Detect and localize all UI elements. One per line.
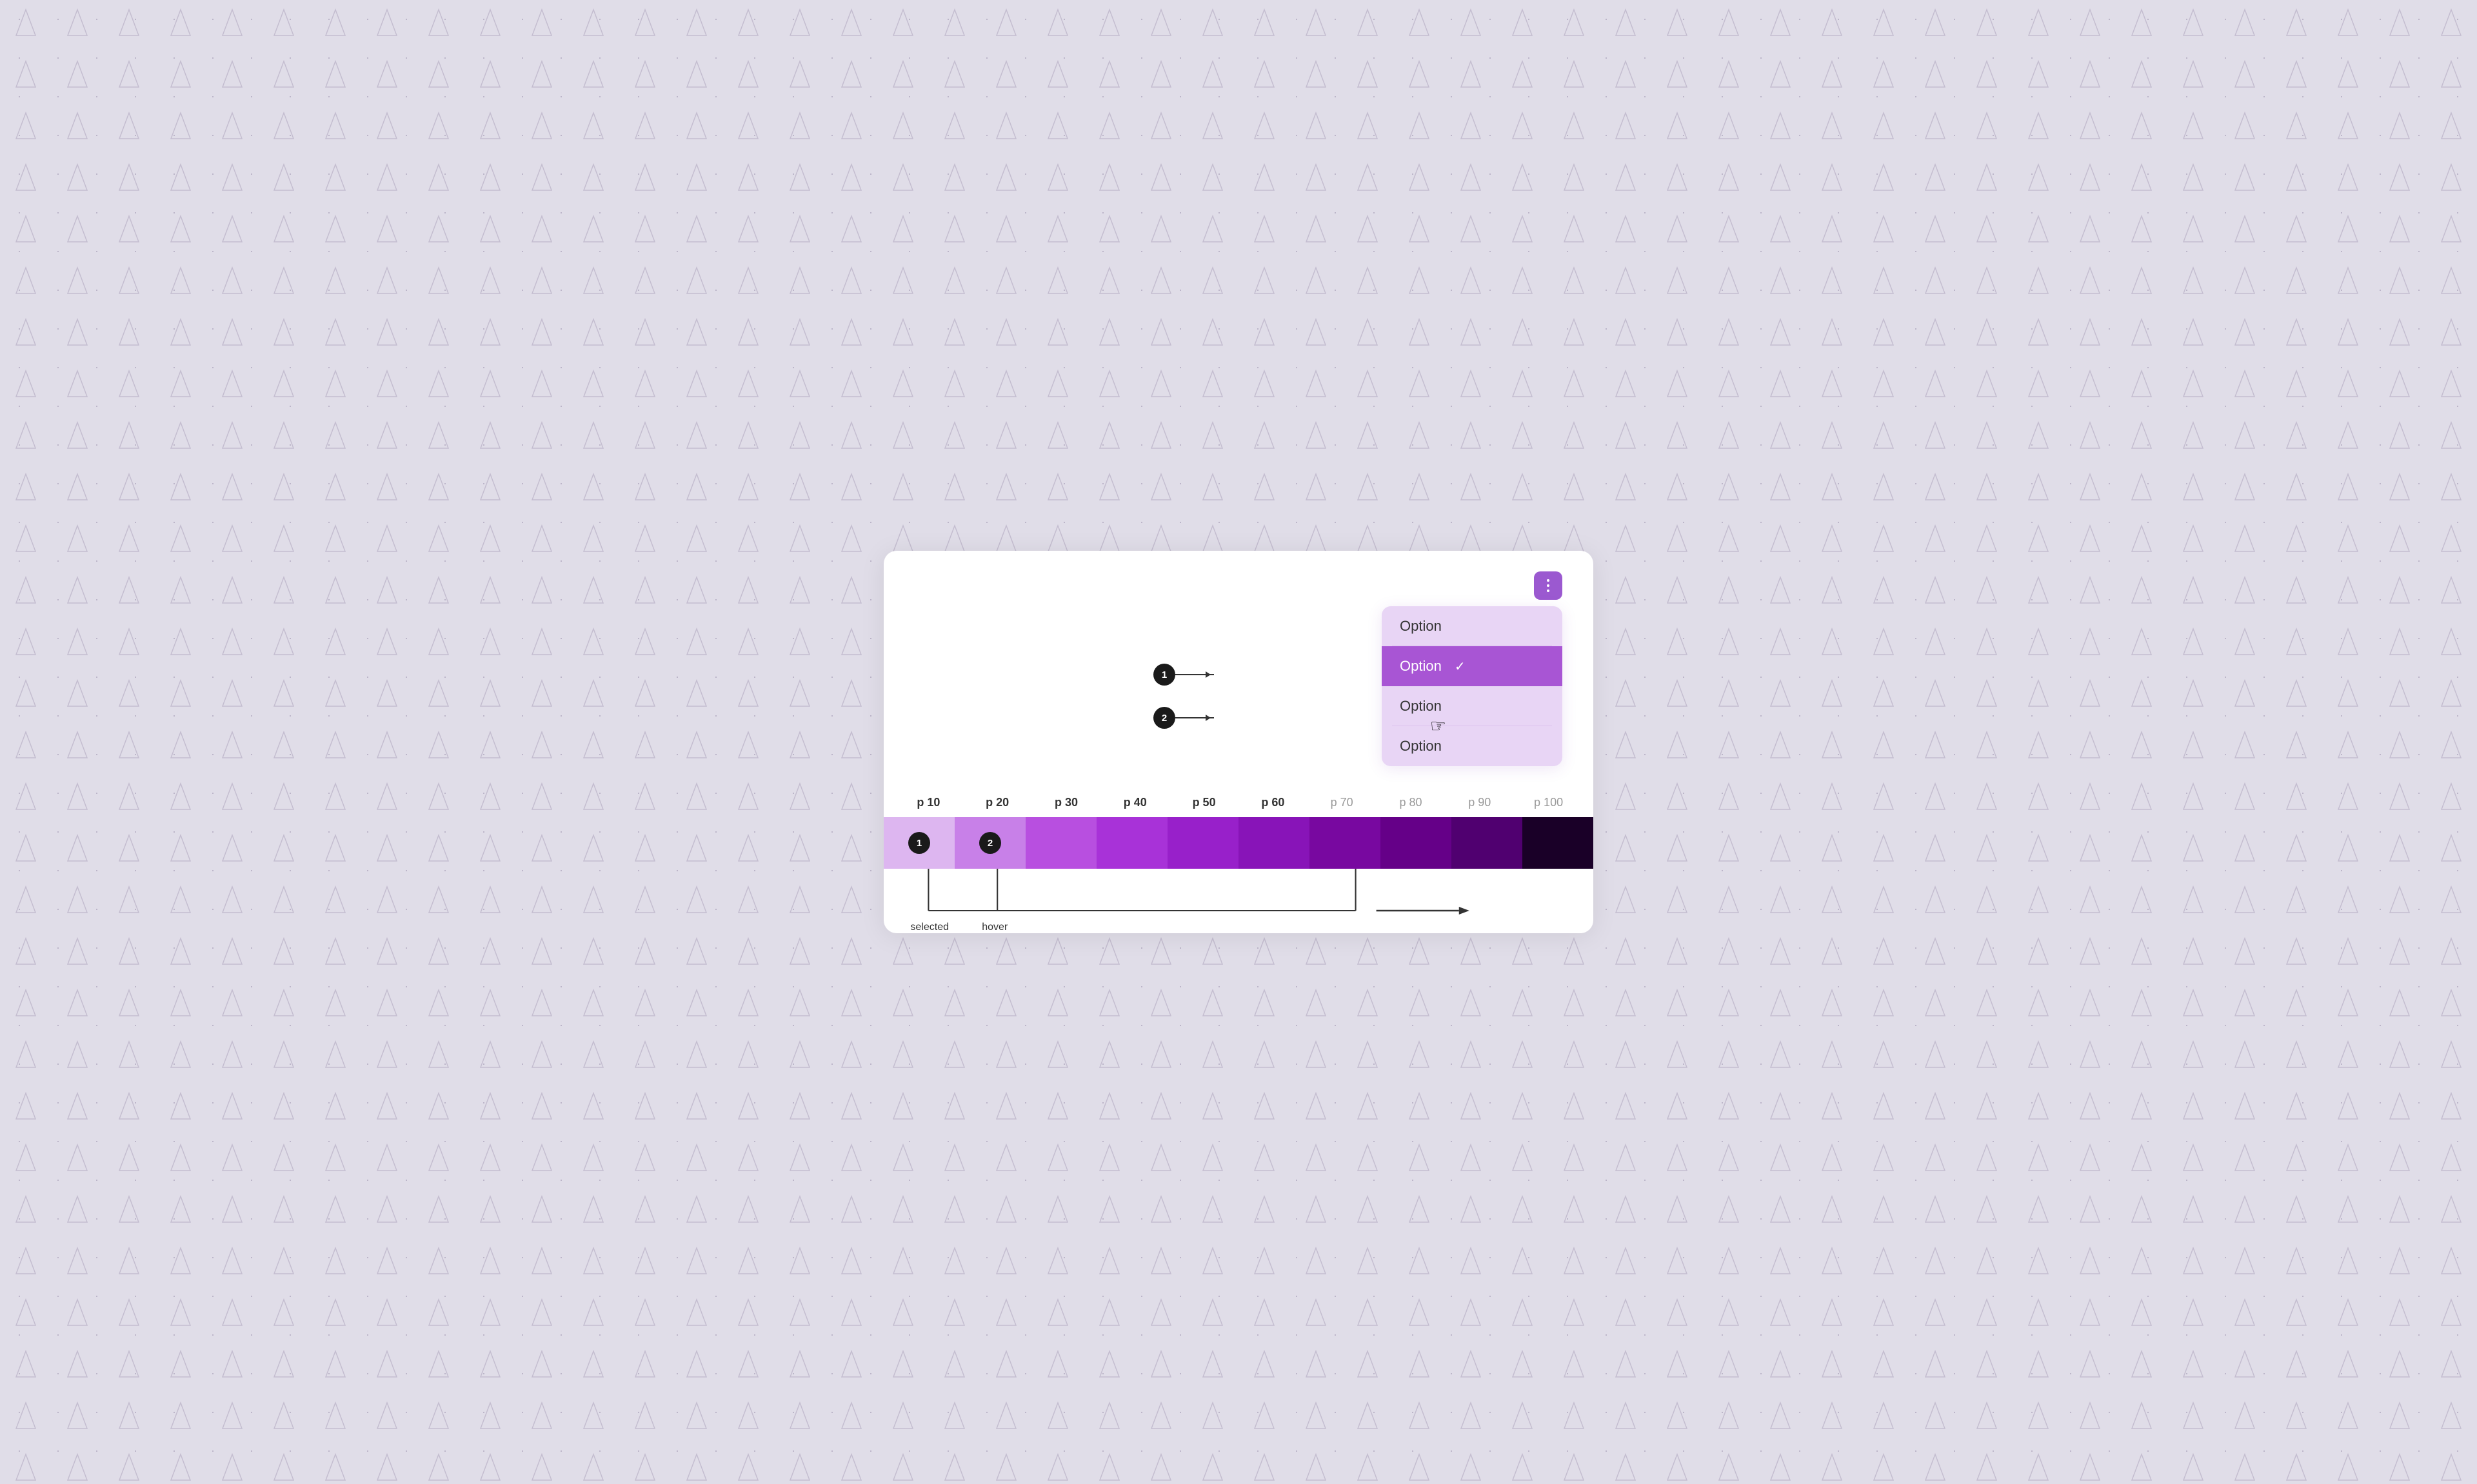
scale-label-p40: p 40: [1100, 796, 1169, 809]
menu-item-2-label: Option: [1400, 658, 1442, 675]
bar-badge-2-circle: 2: [979, 832, 1001, 854]
scale-label-p80: p 80: [1377, 796, 1446, 809]
menu-item-4-label: Option: [1400, 738, 1442, 755]
menu-item-4[interactable]: Option: [1382, 726, 1562, 766]
badge-2: 2: [1153, 707, 1175, 729]
bar-badge-1: 1: [908, 832, 930, 854]
swatch-8: [1380, 817, 1451, 869]
annotation-badge-2: 2: [1153, 707, 1214, 729]
swatch-7: [1309, 817, 1380, 869]
main-card: 1 2 Option Option ✓ Option: [884, 551, 1593, 933]
bar-badge-2: 2: [979, 832, 1001, 854]
arrow-line-1: [1175, 674, 1214, 675]
scale-label-p50: p 50: [1169, 796, 1238, 809]
annotation-badge-1: 1: [1153, 664, 1214, 686]
bottom-section: p 10 p 20 p 30 p 40 p 50 p 60 p 70 p 80 …: [884, 796, 1593, 933]
color-scale-container: 1 2: [884, 817, 1593, 869]
swatch-4: [1097, 817, 1168, 869]
scale-label-p70: p 70: [1308, 796, 1377, 809]
scale-label-p30: p 30: [1032, 796, 1101, 809]
arrow-line-2: [1175, 717, 1214, 718]
swatch-10: [1522, 817, 1593, 869]
dropdown-menu: Option Option ✓ Option Option: [1382, 606, 1562, 766]
selected-label: selected: [910, 922, 949, 933]
scale-label-p60: p 60: [1238, 796, 1308, 809]
scale-labels: p 10 p 20 p 30 p 40 p 50 p 60 p 70 p 80 …: [894, 796, 1583, 817]
scale-label-p20: p 20: [963, 796, 1032, 809]
swatch-9: [1451, 817, 1522, 869]
swatch-5: [1168, 817, 1238, 869]
scale-label-p10: p 10: [894, 796, 963, 809]
menu-item-3-label: Option: [1400, 698, 1442, 715]
check-icon: ✓: [1455, 658, 1466, 675]
menu-item-3[interactable]: Option: [1382, 686, 1562, 726]
more-button[interactable]: [1534, 571, 1562, 600]
menu-item-2[interactable]: Option ✓: [1382, 646, 1562, 686]
more-dots-icon: [1547, 579, 1549, 592]
swatch-6: [1238, 817, 1309, 869]
scale-label-p90: p 90: [1445, 796, 1514, 809]
scale-label-p100: p 100: [1514, 796, 1583, 809]
hover-label: hover: [982, 922, 1008, 933]
bar-badge-1-circle: 1: [908, 832, 930, 854]
menu-item-1-label: Option: [1400, 618, 1442, 635]
cursor-icon: ☞: [1430, 715, 1446, 737]
bracket-area: selected hover: [894, 869, 1583, 933]
menu-item-1[interactable]: Option: [1382, 606, 1562, 646]
swatch-3: [1026, 817, 1097, 869]
top-section: 1 2 Option Option ✓ Option: [884, 551, 1593, 796]
badge-1: 1: [1153, 664, 1175, 686]
